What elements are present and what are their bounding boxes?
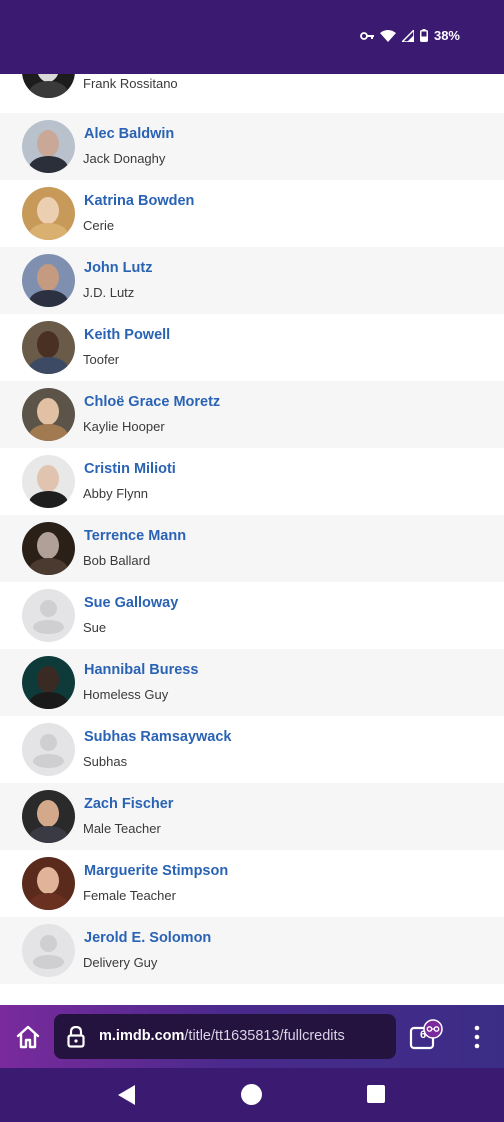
actor-name[interactable]: Zach Fischer — [84, 796, 173, 812]
avatar[interactable] — [22, 74, 75, 98]
status-bar: 38% — [0, 0, 504, 74]
avatar[interactable] — [22, 656, 75, 709]
more-vert-icon[interactable] — [466, 1023, 488, 1051]
cell-signal-icon — [401, 29, 414, 42]
actor-name[interactable]: Cristin Milioti — [84, 461, 176, 477]
cast-row[interactable]: Frank Rossitano — [0, 74, 504, 105]
cast-list[interactable]: Frank Rossitano Alec Baldwin Jack Donagh… — [0, 74, 504, 1006]
system-nav-bar — [0, 1068, 504, 1122]
cast-row[interactable]: Cristin Milioti Abby Flynn — [0, 448, 504, 515]
actor-name[interactable]: Marguerite Stimpson — [84, 863, 228, 879]
recents-icon[interactable] — [367, 1085, 385, 1103]
avatar[interactable] — [22, 790, 75, 843]
character-name: Cerie — [83, 218, 115, 233]
cast-row[interactable]: Marguerite Stimpson Female Teacher — [0, 850, 504, 917]
actor-name[interactable]: Subhas Ramsaywack — [84, 729, 232, 745]
character-name: J.D. Lutz — [83, 285, 135, 300]
cast-row[interactable]: Hannibal Buress Homeless Guy — [0, 649, 504, 716]
actor-name[interactable]: Jerold E. Solomon — [84, 930, 211, 946]
character-name: Toofer — [83, 352, 120, 367]
character-name: Homeless Guy — [83, 687, 169, 702]
url-domain: m.imdb.com — [99, 1028, 185, 1044]
url-bar[interactable]: m.imdb.com/title/tt1635813/fullcredits — [54, 1014, 396, 1059]
tab-count: 6 — [419, 1029, 427, 1041]
avatar[interactable] — [22, 321, 75, 374]
character-name: Bob Ballard — [83, 553, 151, 568]
cast-row[interactable]: Keith Powell Toofer — [0, 314, 504, 381]
character-name: Delivery Guy — [83, 955, 158, 970]
home-circle-icon[interactable] — [241, 1084, 262, 1105]
cast-row[interactable]: Alec Baldwin Jack Donaghy — [0, 113, 504, 180]
wifi-icon — [379, 29, 396, 42]
character-name: Male Teacher — [83, 821, 161, 836]
screen: 38% Frank Rossitano Alec Baldwin Jack Do… — [0, 0, 504, 1122]
cast-row[interactable]: Chloë Grace Moretz Kaylie Hooper — [0, 381, 504, 448]
character-name: Jack Donaghy — [83, 151, 166, 166]
url-text[interactable]: m.imdb.com/title/tt1635813/fullcredits — [99, 1028, 345, 1044]
home-icon[interactable] — [12, 1021, 44, 1053]
avatar[interactable] — [22, 120, 75, 173]
character-name: Sue — [83, 620, 107, 635]
battery-icon — [419, 29, 428, 42]
status-icons: 38% — [360, 28, 460, 43]
actor-name[interactable]: John Lutz — [84, 260, 152, 276]
cast-row[interactable]: Zach Fischer Male Teacher — [0, 783, 504, 850]
cast-row[interactable]: Jerold E. Solomon Delivery Guy — [0, 917, 504, 984]
cast-row[interactable]: Terrence Mann Bob Ballard — [0, 515, 504, 582]
vpn-key-icon — [360, 31, 374, 41]
avatar[interactable] — [22, 522, 75, 575]
actor-name[interactable]: Alec Baldwin — [84, 126, 174, 142]
character-name: Abby Flynn — [83, 486, 149, 501]
actor-name[interactable]: Sue Galloway — [84, 595, 178, 611]
character-name: Frank Rossitano — [83, 76, 178, 91]
actor-name[interactable]: Terrence Mann — [84, 528, 186, 544]
avatar[interactable] — [22, 388, 75, 441]
actor-name[interactable]: Katrina Bowden — [84, 193, 194, 209]
avatar-placeholder-icon[interactable] — [22, 723, 75, 776]
url-path: /title/tt1635813/fullcredits — [184, 1028, 345, 1044]
avatar[interactable] — [22, 187, 75, 240]
cast-row[interactable]: Subhas Ramsaywack Subhas — [0, 716, 504, 783]
character-name: Female Teacher — [83, 888, 176, 903]
avatar[interactable] — [22, 455, 75, 508]
cast-row[interactable]: Sue Galloway Sue — [0, 582, 504, 649]
avatar[interactable] — [22, 254, 75, 307]
character-name: Subhas — [83, 754, 128, 769]
back-icon[interactable] — [117, 1084, 137, 1111]
actor-name[interactable]: Chloë Grace Moretz — [84, 394, 220, 410]
actor-name[interactable]: Keith Powell — [84, 327, 170, 343]
cast-row[interactable]: John Lutz J.D. Lutz — [0, 247, 504, 314]
battery-percent: 38% — [433, 28, 460, 43]
character-name: Kaylie Hooper — [83, 419, 165, 434]
avatar[interactable] — [22, 857, 75, 910]
avatar-placeholder-icon[interactable] — [22, 924, 75, 977]
lock-icon[interactable] — [67, 1025, 85, 1053]
cast-row[interactable]: Katrina Bowden Cerie — [0, 180, 504, 247]
browser-toolbar: m.imdb.com/title/tt1635813/fullcredits 6 — [0, 1005, 504, 1068]
avatar-placeholder-icon[interactable] — [22, 589, 75, 642]
actor-name[interactable]: Hannibal Buress — [84, 662, 198, 678]
